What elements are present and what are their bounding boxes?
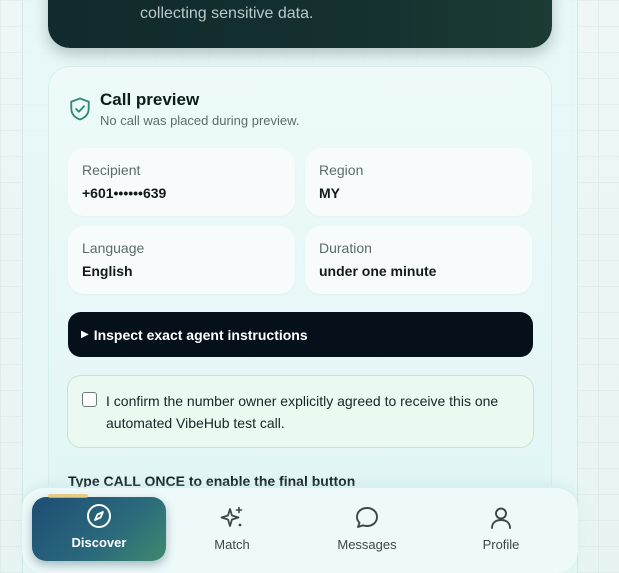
call-preview-title: Call preview	[100, 90, 200, 109]
duration-label: Duration	[319, 240, 372, 256]
active-glow	[48, 494, 88, 498]
duration-tile: Duration under one minute	[305, 226, 532, 294]
safety-notice-text: collecting sensitive data.	[140, 5, 314, 22]
nav-label-discover: Discover	[71, 535, 127, 550]
inspect-instructions-label: Inspect exact agent instructions	[93, 326, 308, 343]
bottom-nav: Discover Match Messages Profile	[22, 487, 578, 573]
language-label: Language	[82, 240, 145, 256]
region-value: MY	[319, 185, 340, 201]
duration-value: under one minute	[319, 263, 437, 279]
call-preview-subtitle: No call was placed during preview.	[100, 113, 300, 128]
sparkles-icon	[220, 506, 243, 527]
disclosure-triangle-icon: ▶	[81, 329, 89, 340]
consent-confirmation: I confirm the number owner explicitly ag…	[67, 375, 534, 448]
region-tile: Region MY	[305, 148, 532, 216]
consent-text: I confirm the number owner explicitly ag…	[106, 393, 499, 431]
nav-label-profile: Profile	[482, 537, 520, 552]
nav-item-profile[interactable]: Profile	[434, 499, 568, 561]
person-icon	[491, 507, 511, 529]
recipient-label: Recipient	[82, 162, 141, 178]
nav-item-discover[interactable]: Discover	[32, 494, 166, 561]
compass-icon	[87, 504, 111, 528]
nav-label-messages: Messages	[337, 537, 397, 552]
nav-item-messages[interactable]: Messages	[300, 499, 434, 561]
recipient-value: +601••••••639	[82, 185, 167, 201]
nav-label-match: Match	[214, 537, 250, 552]
safety-notice-card: collecting sensitive data.	[48, 0, 552, 48]
chat-bubble-icon	[356, 507, 378, 528]
inspect-instructions-toggle[interactable]: ▶ Inspect exact agent instructions	[68, 312, 533, 357]
app-screen: collecting sensitive data. Call preview …	[0, 0, 619, 573]
language-value: English	[82, 263, 133, 279]
recipient-tile: Recipient +601••••••639	[68, 148, 295, 216]
region-label: Region	[319, 162, 364, 178]
consent-checkbox[interactable]	[82, 392, 97, 407]
shield-check-icon	[70, 97, 90, 121]
language-tile: Language English	[68, 226, 295, 294]
call-preview-card: Call preview No call was placed during p…	[48, 66, 552, 506]
nav-item-match[interactable]: Match	[165, 499, 299, 561]
